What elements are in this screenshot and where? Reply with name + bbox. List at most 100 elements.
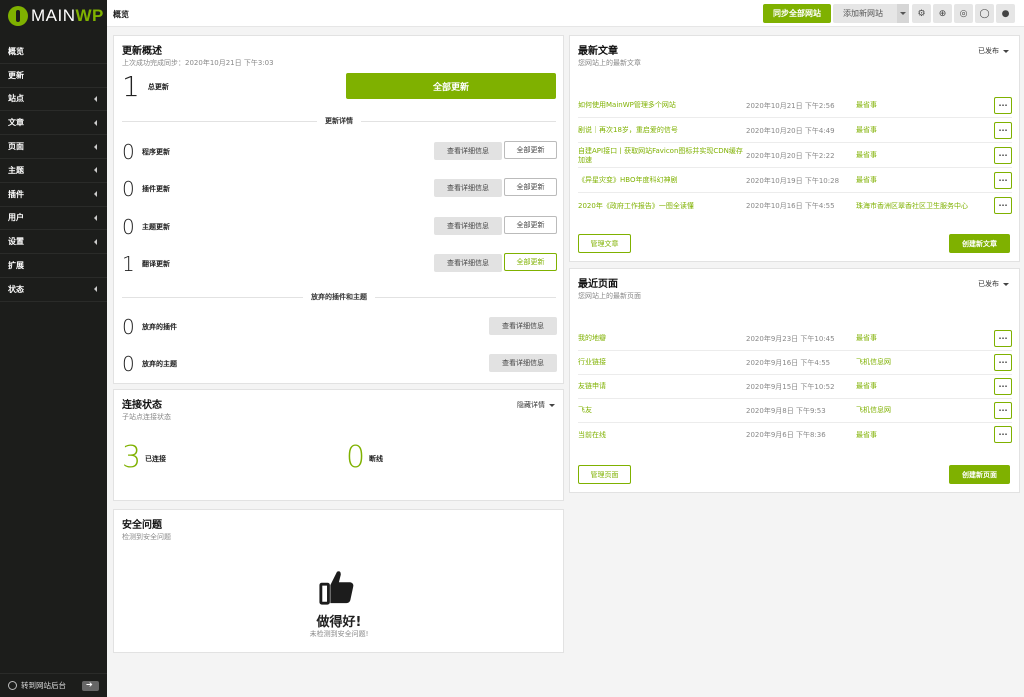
updates-overview-card: 更新概述 上次成功完成同步：2020年10月21日 下午3:03 1 总更新 全… [113, 35, 564, 384]
plugins-update-all-button[interactable]: 全部更新 [504, 178, 557, 196]
more-actions-button[interactable]: ··· [994, 402, 1012, 419]
more-actions-button[interactable]: ··· [994, 426, 1012, 443]
sidebar: MAINWP 概览 更新 站点 文章 页面 主题 插件 用户 设置 扩展 状态 … [0, 0, 107, 697]
abandoned-themes-view-button[interactable]: 查看详细信息 [489, 354, 557, 372]
page-title-link[interactable]: 我的地瓣 [578, 334, 746, 343]
user-icon[interactable]: ● [996, 4, 1015, 23]
core-view-details-button[interactable]: 查看详细信息 [434, 142, 502, 160]
sidebar-bottom: 转到网站后台 [0, 673, 107, 697]
connection-status-card: 连接状态 子站点连接状态 隐藏详情 3 已连接 0 断线 [113, 389, 564, 501]
pages-subtitle: 您网站上的最新页面 [578, 292, 641, 300]
security-issues-card: 安全问题 检测到安全问题 做得好! 未检测到安全问题! [113, 509, 564, 653]
post-author-link[interactable]: 最省事 [856, 126, 988, 135]
more-actions-button[interactable]: ··· [994, 122, 1012, 139]
sidebar-item-themes[interactable]: 主题 [0, 159, 107, 183]
create-page-button[interactable]: 创建新页面 [949, 465, 1010, 484]
goto-wp-admin-link[interactable]: 转到网站后台 [8, 680, 66, 691]
add-new-site-button[interactable]: 添加新网站 [833, 4, 909, 23]
connection-title: 连接状态 [122, 400, 162, 411]
more-actions-button[interactable]: ··· [994, 354, 1012, 371]
page-author-link[interactable]: 飞机信息网 [856, 406, 988, 415]
translations-update-all-button[interactable]: 全部更新 [504, 253, 557, 271]
themes-update-all-button[interactable]: 全部更新 [504, 216, 557, 234]
page-title: 概览 [113, 10, 129, 19]
globe-icon[interactable]: ⊕ [933, 4, 952, 23]
wordpress-icon [8, 681, 17, 690]
chevron-left-icon [94, 238, 97, 245]
list-item: 《异星灾变》HBO年度科幻神剧 2020年10月19日 下午10:28 最省事 … [578, 169, 1012, 193]
sidebar-item-pages[interactable]: 页面 [0, 135, 107, 159]
post-author-link[interactable]: 最省事 [856, 176, 988, 185]
sidebar-item-extensions[interactable]: 扩展 [0, 254, 107, 278]
page-author-link[interactable]: 飞机信息网 [856, 358, 988, 367]
chevron-down-icon [1003, 49, 1009, 53]
post-author-link[interactable]: 最省事 [856, 151, 988, 160]
sidebar-item-users[interactable]: 用户 [0, 207, 107, 231]
thumbs-up-icon [319, 571, 354, 605]
page-title-link[interactable]: 友链申请 [578, 382, 746, 391]
update-details-divider: 更新详情 [122, 116, 556, 126]
list-item: 友链申请 2020年9月15日 下午10:52 最省事 ··· [578, 375, 1012, 399]
sync-all-sites-button[interactable]: 同步全部网站 [763, 4, 831, 23]
hide-details-toggle[interactable]: 隐藏详情 [517, 400, 555, 410]
themes-view-details-button[interactable]: 查看详细信息 [434, 217, 502, 235]
sidebar-item-settings[interactable]: 设置 [0, 230, 107, 255]
connected-label: 已连接 [145, 455, 166, 463]
mainwp-logo[interactable]: MAINWP [0, 0, 107, 32]
exit-icon[interactable] [82, 680, 99, 691]
topbar: 概览 同步全部网站 添加新网站 ⚙ ⊕ ◎ ◯ ● [107, 0, 1024, 27]
page-author-link[interactable]: 最省事 [856, 334, 988, 343]
sidebar-nav: 概览 更新 站点 文章 页面 主题 插件 用户 设置 扩展 状态 [0, 40, 107, 302]
create-post-button[interactable]: 创建新文章 [949, 234, 1010, 253]
pages-filter-dropdown[interactable]: 已发布 [978, 279, 1009, 289]
post-title-link[interactable]: 2020年《政府工作报告》一图全读懂 [578, 202, 746, 211]
security-good-sub: 未检测到安全问题! [309, 630, 369, 638]
posts-filter-dropdown[interactable]: 已发布 [978, 46, 1009, 56]
sidebar-item-plugins[interactable]: 插件 [0, 183, 107, 207]
list-item: 飞友 2020年9月8日 下午9:53 飞机信息网 ··· [578, 399, 1012, 423]
updates-subtitle: 上次成功完成同步：2020年10月21日 下午3:03 [122, 59, 274, 67]
more-actions-button[interactable]: ··· [994, 197, 1012, 214]
core-update-all-button[interactable]: 全部更新 [504, 141, 557, 159]
connected-count: 3 [122, 440, 142, 475]
post-author-link[interactable]: 珠海市香洲区翠香社区卫生服务中心 [856, 202, 988, 211]
chevron-down-icon [549, 403, 555, 407]
plugins-view-details-button[interactable]: 查看详细信息 [434, 179, 502, 197]
list-item: 剧说｜再次18岁，重启爱的信号 2020年10月20日 下午4:49 最省事 ·… [578, 119, 1012, 143]
page-author-link[interactable]: 最省事 [856, 382, 988, 391]
post-title-link[interactable]: 自建API接口丨获取网站Favicon图标并实现CDN缓存加速 [578, 147, 746, 165]
manage-pages-button[interactable]: 管理页面 [578, 465, 631, 484]
chevron-left-icon [94, 214, 97, 221]
abandoned-plugins-view-button[interactable]: 查看详细信息 [489, 317, 557, 335]
sidebar-item-sites[interactable]: 站点 [0, 88, 107, 112]
page-author-link[interactable]: 最省事 [856, 431, 988, 440]
chevron-left-icon [94, 191, 97, 198]
post-title-link[interactable]: 如何使用MainWP管理多个网站 [578, 101, 746, 110]
sidebar-item-updates[interactable]: 更新 [0, 64, 107, 88]
sidebar-item-status[interactable]: 状态 [0, 278, 107, 302]
help-icon[interactable]: ◎ [954, 4, 973, 23]
more-actions-button[interactable]: ··· [994, 97, 1012, 114]
manage-posts-button[interactable]: 管理文章 [578, 234, 631, 253]
list-item: 行业链接 2020年9月16日 下午4:55 飞机信息网 ··· [578, 351, 1012, 375]
more-actions-button[interactable]: ··· [994, 330, 1012, 347]
more-actions-button[interactable]: ··· [994, 147, 1012, 164]
gear-icon[interactable]: ⚙ [912, 4, 931, 23]
page-title-link[interactable]: 当前在线 [578, 431, 746, 440]
list-item: 2020年《政府工作报告》一图全读懂 2020年10月16日 下午4:55 珠海… [578, 194, 1012, 218]
more-actions-button[interactable]: ··· [994, 172, 1012, 189]
mainwp-logo-icon [8, 6, 28, 26]
sidebar-item-overview[interactable]: 概览 [0, 40, 107, 64]
page-title-link[interactable]: 飞友 [578, 406, 746, 415]
post-title-link[interactable]: 《异星灾变》HBO年度科幻神剧 [578, 176, 746, 185]
translations-view-details-button[interactable]: 查看详细信息 [434, 254, 502, 272]
post-title-link[interactable]: 剧说｜再次18岁，重启爱的信号 [578, 126, 746, 135]
post-author-link[interactable]: 最省事 [856, 101, 988, 110]
page-title-link[interactable]: 行业链接 [578, 358, 746, 367]
chat-icon[interactable]: ◯ [975, 4, 994, 23]
sidebar-item-posts[interactable]: 文章 [0, 111, 107, 136]
more-actions-button[interactable]: ··· [994, 378, 1012, 395]
chevron-down-icon[interactable] [897, 4, 909, 23]
update-all-button[interactable]: 全部更新 [346, 73, 556, 99]
logo-text-wp: WP [75, 6, 104, 25]
